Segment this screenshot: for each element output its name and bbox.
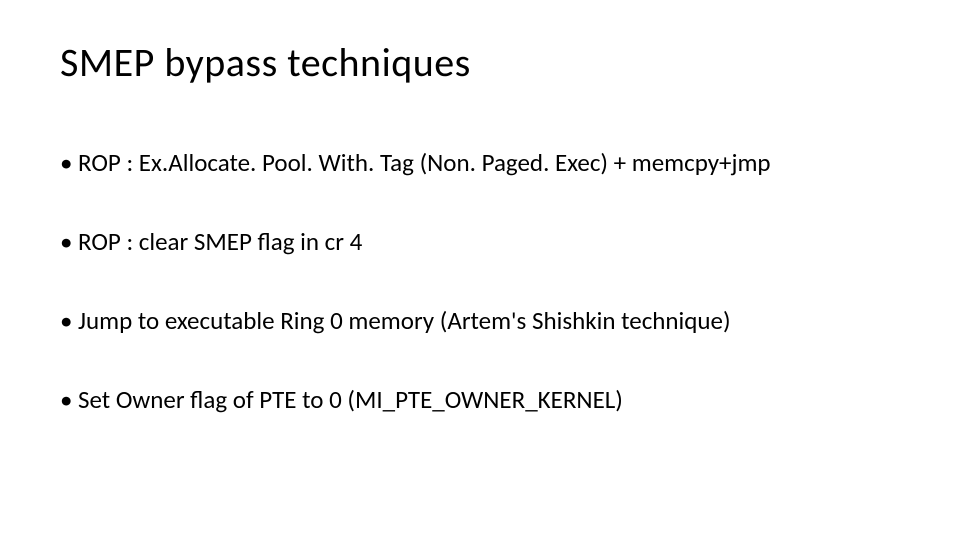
slide-title: SMEP bypass techniques [60,38,900,87]
list-item: Jump to executable Ring 0 memory (Artem'… [60,305,900,336]
list-item: ROP : Ex.Allocate. Pool. With. Tag (Non.… [60,147,900,178]
slide-container: SMEP bypass techniques ROP : Ex.Allocate… [0,0,960,503]
list-item: Set Owner flag of PTE to 0 (MI_PTE_OWNER… [60,384,900,415]
list-item: ROP : clear SMEP flag in cr 4 [60,226,900,257]
bullet-list: ROP : Ex.Allocate. Pool. With. Tag (Non.… [60,147,900,415]
